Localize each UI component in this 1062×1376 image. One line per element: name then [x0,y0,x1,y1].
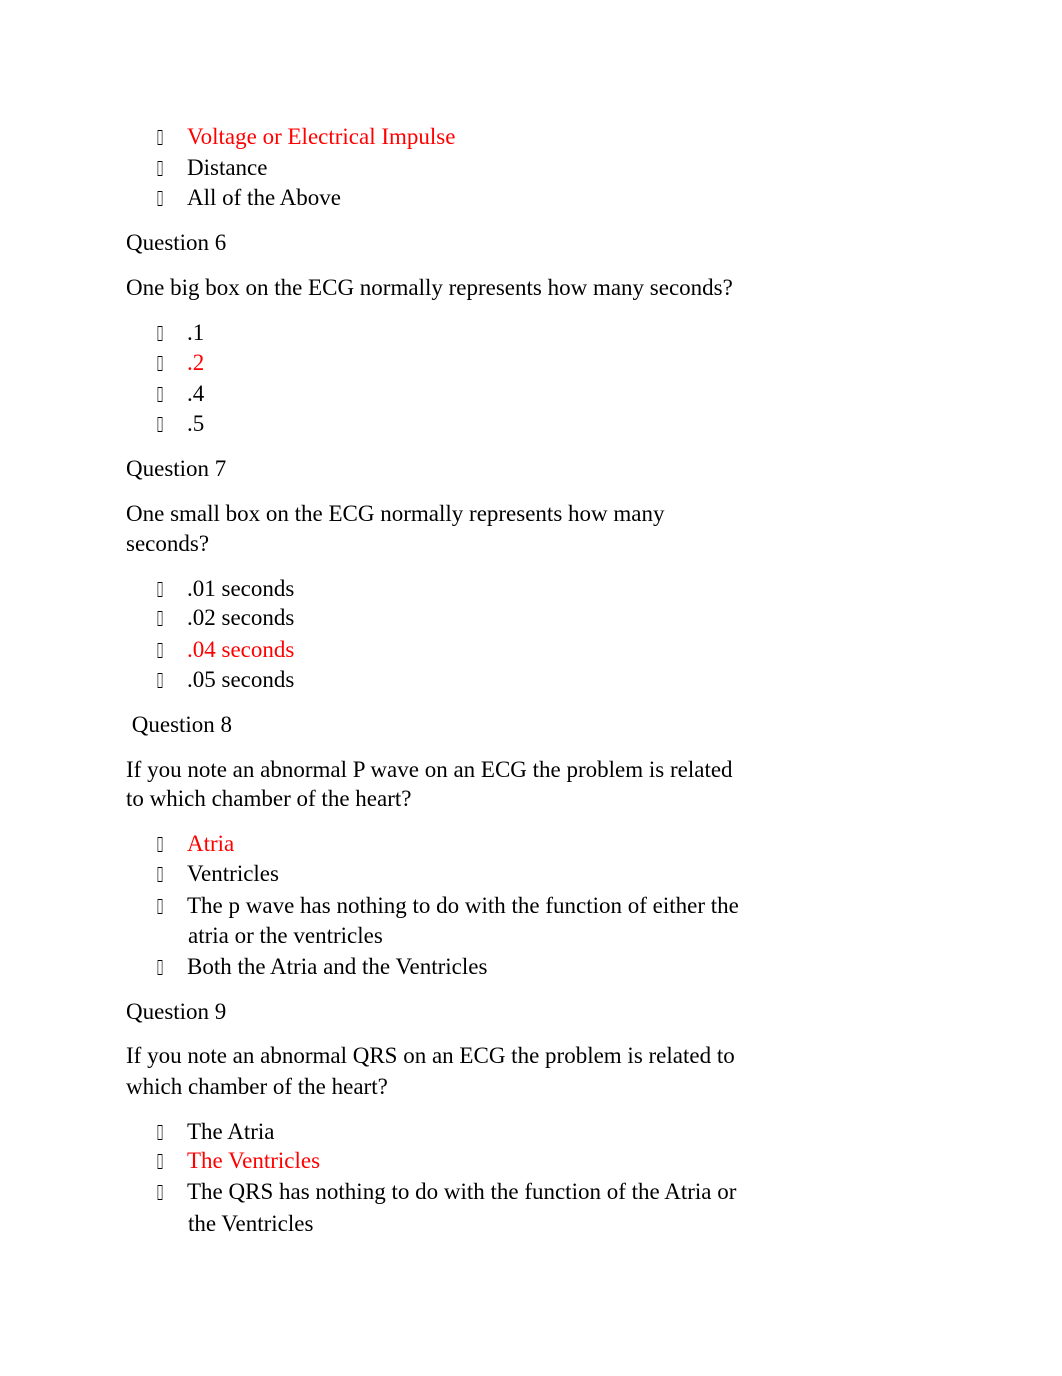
question-prompt-line-1: If you note an abnormal P wave on an ECG… [126,757,733,782]
option-text: .5 [187,411,205,436]
bullet-icon [157,191,163,206]
answer-option-correct: The Ventricles [156,1146,320,1176]
bullet-icon [157,356,163,371]
answer-option: .02 seconds [156,603,294,633]
bullet-icon [157,1154,163,1169]
bullet-icon [157,899,163,914]
option-text: The p wave has nothing to do with the fu… [187,893,739,918]
option-text: .02 seconds [187,605,295,630]
bullet-icon [157,1125,163,1140]
bullet-icon [157,130,163,145]
question-heading: Question 8 [126,712,233,737]
question-prompt-line-2: to which chamber of the heart? [126,786,412,811]
bullet-icon [157,867,163,882]
answer-option-correct: Voltage or Electrical Impulse [156,122,455,152]
option-text-continued: atria or the ventricles [188,923,383,948]
answer-option: .4 [156,379,204,409]
question-prompt-line-2: seconds? [126,531,210,556]
bullet-icon [157,960,163,975]
bullet-icon [157,417,163,432]
answer-option: .01 seconds [156,574,294,604]
option-text: .05 seconds [187,667,295,692]
answer-option: The p wave has nothing to do with the fu… [156,891,739,948]
option-text: The QRS has nothing to do with the funct… [187,1179,737,1204]
bullet-icon [157,611,163,626]
answer-option: The QRS has nothing to do with the funct… [156,1177,737,1236]
option-text: The Ventricles [187,1148,321,1173]
answer-option-correct: Atria [156,829,234,859]
question-prompt-line-2: which chamber of the heart? [126,1074,388,1099]
bullet-icon [157,643,163,658]
bullet-icon [157,582,163,597]
answer-option: The Atria [156,1117,275,1147]
option-text: The Atria [187,1119,275,1144]
option-text: .2 [187,350,205,375]
option-text: All of the Above [187,185,341,210]
answer-option: All of the Above [156,183,341,213]
option-text: Both the Atria and the Ventricles [187,954,488,979]
option-text: .04 seconds [187,637,295,662]
bullet-icon [157,837,163,852]
option-text: .1 [187,320,205,345]
option-text: Voltage or Electrical Impulse [187,124,456,149]
question-heading: Question 7 [126,456,227,481]
bullet-icon [157,673,163,688]
question-prompt: One big box on the ECG normally represen… [126,275,733,300]
question-heading: Question 6 [126,230,227,255]
option-text: Ventricles [187,861,279,886]
question-prompt-line-1: One small box on the ECG normally repres… [126,501,665,526]
question-prompt-line-1: If you note an abnormal QRS on an ECG th… [126,1043,735,1068]
answer-option: Distance [156,153,267,183]
answer-option: Both the Atria and the Ventricles [156,952,487,982]
bullet-icon [157,387,163,402]
bullet-icon [157,326,163,341]
option-text: .01 seconds [187,576,295,601]
option-text: Atria [187,831,235,856]
answer-option-correct: .04 seconds [156,635,294,665]
option-text: .4 [187,381,205,406]
bullet-icon [157,1185,163,1200]
answer-option: .05 seconds [156,665,294,695]
question-heading: Question 9 [126,999,227,1024]
answer-option: Ventricles [156,859,279,889]
bullet-icon [157,161,163,176]
option-text: Distance [187,155,268,180]
answer-option: .1 [156,318,204,348]
answer-option-correct: .2 [156,348,204,378]
answer-option: .5 [156,409,204,439]
option-text-continued: the Ventricles [188,1211,314,1236]
